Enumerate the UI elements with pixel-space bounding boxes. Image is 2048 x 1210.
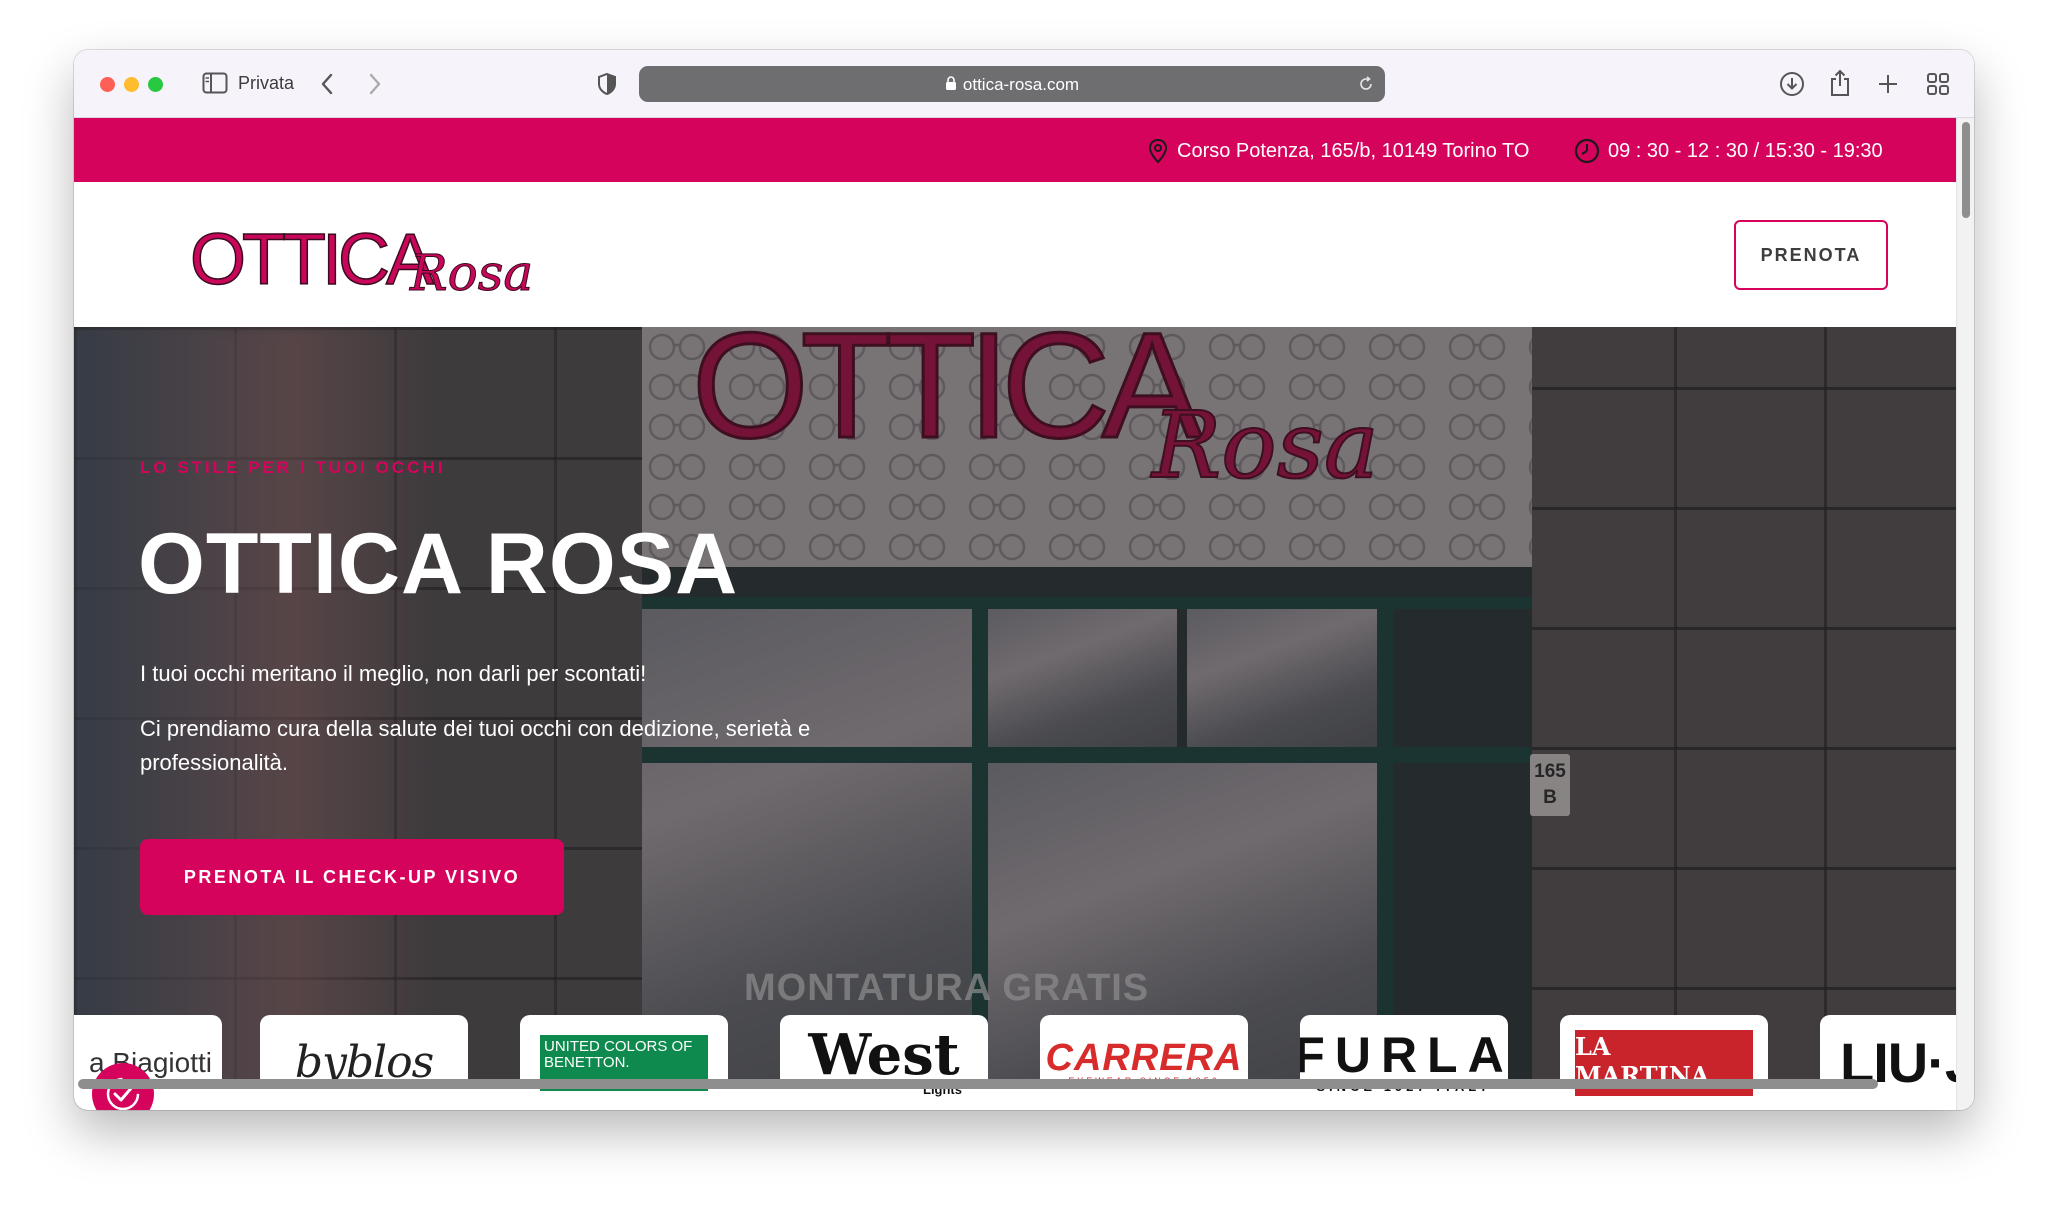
vertical-scrollbar[interactable] [1956,118,1974,1110]
brand-logo-carrera[interactable]: CARRERA EYEWEAR SINCE 1956 [1040,1015,1248,1110]
reload-icon[interactable] [1355,73,1377,95]
privacy-shield-icon[interactable] [594,70,620,98]
close-window-button[interactable] [100,77,115,92]
hours-text: 09 : 30 - 12 : 30 / 15:30 - 19:30 [1608,139,1883,162]
site-logo[interactable]: OTTICA Rosa [188,219,568,305]
vertical-scroll-thumb[interactable] [1962,122,1970,218]
clock-icon [1574,138,1600,164]
site-header: OTTICA Rosa PRENOTA [74,182,1956,327]
hours-info: 09 : 30 - 12 : 30 / 15:30 - 19:30 [1574,138,1883,164]
browser-window: Privata ottica-rosa.com Corso Potenza, 1… [74,50,1974,1110]
address-text: Corso Potenza, 165/b, 10149 Torino TO [1177,139,1530,162]
minimize-window-button[interactable] [124,77,139,92]
zoom-window-button[interactable] [148,77,163,92]
furla-label: FURLA [1300,1027,1508,1083]
brand-carousel: a Biagiotti byblos UNITED COLORS OF BENE… [74,1015,1974,1110]
browser-toolbar: Privata ottica-rosa.com [74,50,1974,118]
west-label: West [808,1022,960,1088]
brand-logo-byblos[interactable]: byblos [260,1015,468,1110]
svg-text:OTTICA: OTTICA [190,220,434,300]
url-text: ottica-rosa.com [962,75,1080,94]
hero-title: OTTICA ROSA [138,516,739,612]
hero-section: OTTICA Rosa 165 B MONTATURA GRATIS LO ST… [74,327,1956,1110]
hero-tagline: I tuoi occhi meritano il meglio, non dar… [140,661,647,686]
lock-icon [945,76,956,90]
brand-logo-west[interactable]: West Lights [780,1015,988,1110]
brand-logo-liu-j[interactable]: LIU·J [1820,1015,1974,1110]
share-icon[interactable] [1826,68,1854,98]
hero-kicker: LO STILE PER I TUOI OCCHI [140,458,446,477]
brand-logo-furla[interactable]: FURLA SINCE 1927 ITALY [1300,1015,1508,1110]
forward-arrow-icon[interactable] [362,70,388,98]
page-viewport: Corso Potenza, 165/b, 10149 Torino TO 09… [74,118,1974,1110]
new-tab-icon[interactable] [1874,70,1902,98]
book-checkup-button[interactable]: PRENOTA IL CHECK-UP VISIVO [140,839,564,915]
download-icon[interactable] [1778,70,1806,98]
carrera-label: CARRERA [1045,1036,1243,1079]
tab-overview-icon[interactable] [1924,70,1952,98]
back-arrow-icon[interactable] [314,70,340,98]
svg-text:Rosa: Rosa [409,244,533,300]
brand-logo-benetton[interactable]: UNITED COLORS OF BENETTON. [520,1015,728,1110]
address-info[interactable]: Corso Potenza, 165/b, 10149 Torino TO [1147,138,1529,164]
brand-logo-la-martina[interactable]: LA MARTINA [1560,1015,1768,1110]
private-browsing-label: Privata [238,73,295,93]
prenota-button[interactable]: PRENOTA [1734,220,1888,290]
address-bar[interactable]: ottica-rosa.com [639,66,1385,102]
sidebar-icon[interactable] [202,72,228,94]
hero-description: Ci prendiamo cura della salute dei tuoi … [140,716,811,775]
horizontal-scroll-thumb[interactable] [78,1079,1878,1089]
info-topbar: Corso Potenza, 165/b, 10149 Torino TO 09… [74,118,1956,182]
location-pin-icon [1148,138,1168,164]
